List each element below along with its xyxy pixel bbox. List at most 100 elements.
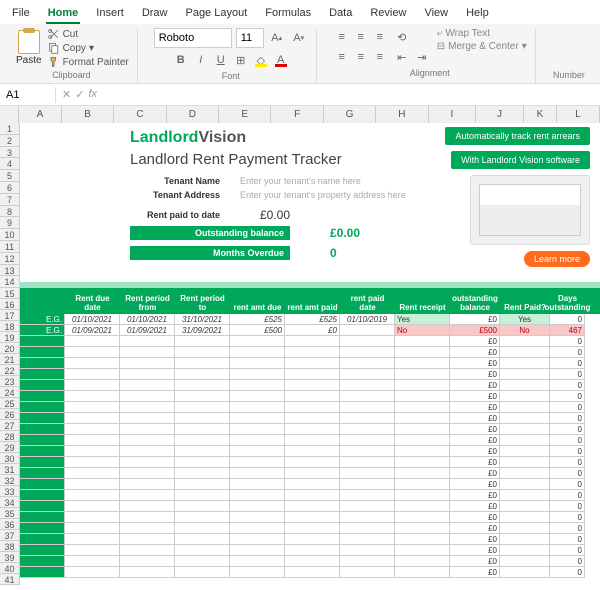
enter-formula-icon[interactable]: ✓ xyxy=(75,88,84,101)
row-header-3[interactable]: 3 xyxy=(0,147,20,159)
learn-more-button[interactable]: Learn more xyxy=(524,251,590,267)
align-top-button[interactable]: ≡ xyxy=(333,28,351,46)
row-header-7[interactable]: 7 xyxy=(0,194,20,206)
row-header-41[interactable]: 41 xyxy=(0,574,20,585)
align-left-button[interactable]: ≡ xyxy=(333,48,351,66)
row-header-16[interactable]: 16 xyxy=(0,299,20,310)
formula-input[interactable] xyxy=(103,87,600,103)
spreadsheet-grid[interactable]: ABCDEFGHIJKL 123456789101112131415161718… xyxy=(0,106,600,590)
table-row[interactable]: £00 xyxy=(20,501,600,512)
row-header-21[interactable]: 21 xyxy=(0,354,20,365)
row-header-26[interactable]: 26 xyxy=(0,409,20,420)
row-header-35[interactable]: 35 xyxy=(0,508,20,519)
menu-home[interactable]: Home xyxy=(46,4,81,24)
merge-center-button[interactable]: ⊟ Merge & Center ▾ xyxy=(437,41,527,52)
font-size-select[interactable] xyxy=(236,28,264,48)
italic-button[interactable]: I xyxy=(192,51,210,69)
table-row[interactable]: £00 xyxy=(20,446,600,457)
font-color-button[interactable]: A xyxy=(272,51,290,69)
row-header-5[interactable]: 5 xyxy=(0,170,20,182)
menu-review[interactable]: Review xyxy=(368,4,408,24)
table-row[interactable]: £00 xyxy=(20,424,600,435)
col-header-E[interactable]: E xyxy=(219,106,271,123)
fill-color-button[interactable]: ◇ xyxy=(252,51,270,69)
align-middle-button[interactable]: ≡ xyxy=(352,28,370,46)
table-row[interactable]: £00 xyxy=(20,347,600,358)
col-header-K[interactable]: K xyxy=(524,106,557,123)
col-header-G[interactable]: G xyxy=(324,106,376,123)
row-header-2[interactable]: 2 xyxy=(0,135,20,147)
promo-button-1[interactable]: Automatically track rent arrears xyxy=(445,127,590,145)
col-header-L[interactable]: L xyxy=(557,106,600,123)
row-header-30[interactable]: 30 xyxy=(0,453,20,464)
col-header-H[interactable]: H xyxy=(376,106,428,123)
col-header-C[interactable]: C xyxy=(114,106,166,123)
row-header-23[interactable]: 23 xyxy=(0,376,20,387)
table-row[interactable]: £00 xyxy=(20,435,600,446)
menu-insert[interactable]: Insert xyxy=(94,4,126,24)
cut-button[interactable]: Cut xyxy=(48,28,129,40)
row-header-1[interactable]: 1 xyxy=(0,123,20,135)
underline-button[interactable]: U xyxy=(212,51,230,69)
table-row[interactable]: £00 xyxy=(20,457,600,468)
row-header-29[interactable]: 29 xyxy=(0,442,20,453)
row-header-17[interactable]: 17 xyxy=(0,310,20,321)
table-row[interactable]: £00 xyxy=(20,413,600,424)
menu-data[interactable]: Data xyxy=(327,4,354,24)
table-row[interactable]: E.G.01/10/202101/10/202131/10/2021£525£5… xyxy=(20,314,600,325)
row-header-39[interactable]: 39 xyxy=(0,552,20,563)
decrease-indent-button[interactable]: ⇤ xyxy=(393,48,411,66)
table-row[interactable]: £00 xyxy=(20,534,600,545)
menu-page-layout[interactable]: Page Layout xyxy=(183,4,249,24)
format-painter-button[interactable]: Format Painter xyxy=(48,56,129,68)
menu-formulas[interactable]: Formulas xyxy=(263,4,313,24)
table-row[interactable]: £00 xyxy=(20,380,600,391)
row-header-10[interactable]: 10 xyxy=(0,229,20,241)
row-header-18[interactable]: 18 xyxy=(0,321,20,332)
row-header-15[interactable]: 15 xyxy=(0,288,20,299)
increase-indent-button[interactable]: ⇥ xyxy=(413,48,431,66)
table-row[interactable]: £00 xyxy=(20,468,600,479)
table-row[interactable]: £00 xyxy=(20,545,600,556)
row-header-9[interactable]: 9 xyxy=(0,217,20,229)
wrap-text-button[interactable]: ⤶ Wrap Text xyxy=(437,28,527,39)
font-name-select[interactable] xyxy=(154,28,232,48)
row-header-11[interactable]: 11 xyxy=(0,241,20,253)
row-header-38[interactable]: 38 xyxy=(0,541,20,552)
row-header-8[interactable]: 8 xyxy=(0,206,20,218)
row-header-13[interactable]: 13 xyxy=(0,265,20,277)
row-header-37[interactable]: 37 xyxy=(0,530,20,541)
copy-button[interactable]: Copy ▾ xyxy=(48,42,129,54)
table-row[interactable]: £00 xyxy=(20,402,600,413)
orientation-button[interactable]: ⟲ xyxy=(393,28,411,46)
table-row[interactable]: £00 xyxy=(20,567,600,578)
col-header-J[interactable]: J xyxy=(476,106,524,123)
paste-button[interactable]: Paste xyxy=(14,28,44,68)
promo-button-2[interactable]: With Landlord Vision software xyxy=(451,151,590,169)
tenant-name-value[interactable]: Enter your tenant's name here xyxy=(240,176,361,186)
row-header-31[interactable]: 31 xyxy=(0,464,20,475)
row-header-6[interactable]: 6 xyxy=(0,182,20,194)
name-box[interactable] xyxy=(0,87,56,103)
table-row[interactable]: £00 xyxy=(20,336,600,347)
table-row[interactable]: £00 xyxy=(20,490,600,501)
row-header-40[interactable]: 40 xyxy=(0,563,20,574)
row-header-4[interactable]: 4 xyxy=(0,158,20,170)
menu-file[interactable]: File xyxy=(10,4,32,24)
align-center-button[interactable]: ≡ xyxy=(352,48,370,66)
row-header-12[interactable]: 12 xyxy=(0,253,20,265)
table-row[interactable]: £00 xyxy=(20,358,600,369)
col-header-B[interactable]: B xyxy=(62,106,114,123)
row-header-14[interactable]: 14 xyxy=(0,276,20,288)
menu-help[interactable]: Help xyxy=(464,4,491,24)
table-row[interactable]: £00 xyxy=(20,512,600,523)
align-bottom-button[interactable]: ≡ xyxy=(371,28,389,46)
increase-font-button[interactable]: A▴ xyxy=(268,29,286,47)
decrease-font-button[interactable]: A▾ xyxy=(290,29,308,47)
table-row[interactable]: £00 xyxy=(20,391,600,402)
col-header-D[interactable]: D xyxy=(167,106,219,123)
row-header-28[interactable]: 28 xyxy=(0,431,20,442)
row-header-33[interactable]: 33 xyxy=(0,486,20,497)
border-button[interactable]: ⊞ xyxy=(232,51,250,69)
col-header-A[interactable]: A xyxy=(19,106,62,123)
